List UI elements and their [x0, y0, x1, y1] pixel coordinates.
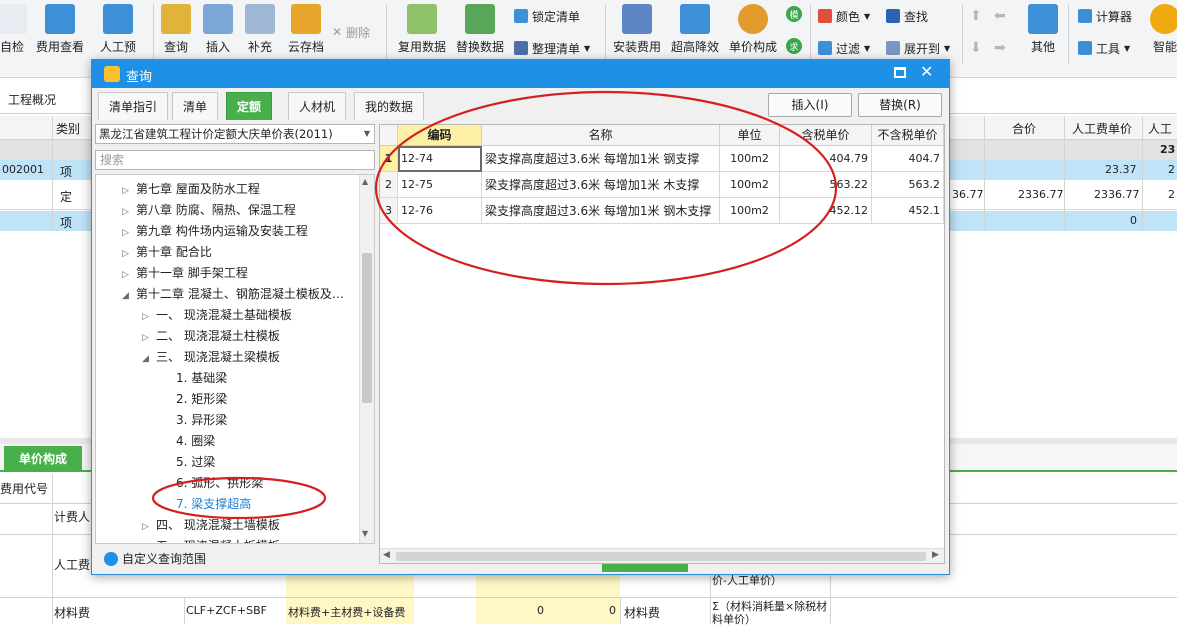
annotation-overlay [151, 90, 838, 520]
annotation-ellipse-tree [151, 476, 327, 520]
annotation-ellipse-grid [374, 90, 838, 286]
